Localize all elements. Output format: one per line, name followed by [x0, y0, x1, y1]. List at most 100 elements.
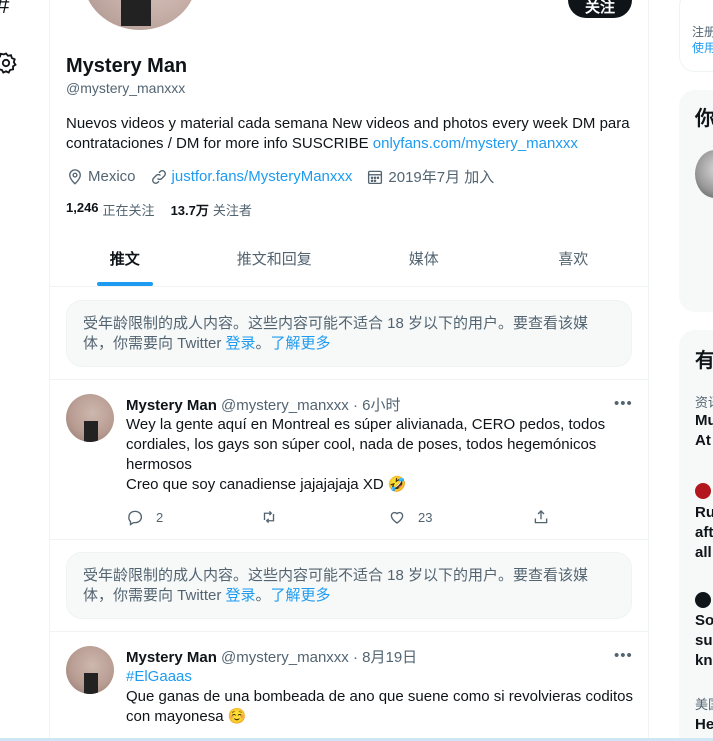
tweet-text: Wey la gente aquí en Montreal es súper a…	[126, 415, 636, 495]
joined-date: 2019年7月 加入	[366, 166, 494, 187]
tweet-header: Mystery Man @mystery_manxxx · 8月19日	[126, 646, 417, 667]
website-link[interactable]: justfor.fans/MysteryManxxx	[172, 168, 353, 185]
login-link[interactable]: 登录	[226, 587, 256, 604]
follow-button[interactable]: 关注	[568, 0, 632, 18]
reply-count: 2	[156, 509, 164, 525]
reply-button[interactable]: 2	[126, 508, 163, 526]
age-restricted-notice: 受年龄限制的成人内容。这些内容可能不适合 18 岁以下的用户。要查看该媒体，你需…	[66, 552, 632, 619]
left-nav: #	[0, 0, 50, 741]
follow-stats: 1,246 正在关注 13.7万 关注者	[66, 200, 268, 219]
tweet-line: Creo que soy canadiense jajajajaja XD 🤣	[126, 476, 407, 493]
divider	[50, 379, 648, 380]
learn-more-link[interactable]: 了解更多	[271, 587, 331, 604]
like-button[interactable]: 23	[388, 508, 432, 526]
profile-timeline: 关注 Mystery Man @mystery_manxxx Nuevos vi…	[49, 0, 649, 741]
trend-title[interactable]: aft	[695, 524, 713, 541]
profile-handle: @mystery_manxxx	[66, 80, 186, 96]
trends-card: 有 资讯 Mu At Ru aft all So su kn 美国 He	[679, 330, 713, 741]
trend-title[interactable]: su	[695, 632, 713, 649]
followers-label[interactable]: 关注者	[213, 200, 252, 219]
news-source-icon	[695, 592, 711, 608]
explore-hashtag-icon[interactable]: #	[0, 0, 9, 20]
gear-icon[interactable]	[0, 51, 18, 75]
trend-title[interactable]: At	[695, 432, 711, 449]
tweet-line: cordiales, los gays son súper cool, nada…	[126, 436, 597, 453]
trend-title[interactable]: Ru	[695, 504, 713, 521]
tab-media[interactable]: 媒体	[349, 232, 499, 286]
profile-tabs: 推文 推文和回复 媒体 喜欢	[50, 232, 648, 287]
tweet-actions: 2 23	[126, 508, 636, 528]
avatar[interactable]	[66, 646, 114, 694]
more-options-icon[interactable]: •••	[614, 647, 633, 664]
notice-sep: 。	[255, 335, 271, 352]
profile-meta: Mexico justfor.fans/MysteryManxxx 2019年7…	[66, 166, 508, 187]
tweet-author-name[interactable]: Mystery Man	[126, 649, 217, 666]
hashtag-link[interactable]: #ElGaaas	[126, 667, 636, 687]
tweet-time[interactable]: 6小时	[362, 397, 400, 414]
trend-title[interactable]: kn	[695, 652, 713, 669]
following-count[interactable]: 1,246	[66, 200, 99, 219]
location-text: Mexico	[88, 168, 136, 185]
share-icon	[534, 510, 548, 524]
tweet-line: Wey la gente aquí en Montreal es súper a…	[126, 416, 606, 433]
avatar[interactable]	[66, 394, 114, 442]
location: Mexico	[66, 168, 136, 186]
profile-name: Mystery Man	[66, 55, 188, 77]
login-link[interactable]: 登录	[226, 335, 256, 352]
profile-avatar[interactable]	[79, 0, 201, 34]
share-button[interactable]	[532, 508, 562, 526]
signup-text: 注册	[692, 25, 713, 39]
trend-title[interactable]: So	[695, 612, 713, 629]
tweet-time[interactable]: 8月19日	[362, 649, 417, 666]
tweet-author-name[interactable]: Mystery Man	[126, 397, 217, 414]
trend-title[interactable]: Mu	[695, 412, 713, 429]
followers-count[interactable]: 13.7万	[171, 200, 209, 219]
learn-more-link[interactable]: 了解更多	[271, 335, 331, 352]
notice-sep: 。	[255, 587, 271, 604]
profile-bio: Nuevos videos y material cada semana New…	[66, 114, 636, 154]
more-options-icon[interactable]: •••	[614, 395, 633, 412]
tab-tweets[interactable]: 推文	[50, 232, 200, 286]
reply-icon	[128, 510, 143, 526]
tweet-dot: ·	[352, 649, 363, 666]
tweet-line: Que ganas de una bombeada de ano que sue…	[126, 688, 634, 705]
joined-text: 2019年7月 加入	[388, 169, 495, 186]
divider	[50, 539, 648, 540]
trend-title[interactable]: all	[695, 544, 712, 561]
trend-title[interactable]: He	[695, 716, 713, 733]
age-restricted-notice: 受年龄限制的成人内容。这些内容可能不适合 18 岁以下的用户。要查看该媒体，你需…	[66, 300, 632, 367]
following-label[interactable]: 正在关注	[103, 200, 155, 219]
tweet-line: con mayonesa ☺️	[126, 708, 247, 725]
news-source-icon	[695, 483, 711, 499]
notice-text: 受年龄限制的成人内容。这些内容可能不适合 18 岁以下的用户。要查看该媒体，你需…	[83, 567, 589, 604]
tweet-header: Mystery Man @mystery_manxxx · 6小时	[126, 394, 400, 415]
tweet[interactable]: Mystery Man @mystery_manxxx · 8月19日 ••• …	[50, 646, 648, 741]
heart-icon	[390, 511, 404, 524]
trend-category: 美国	[695, 697, 713, 712]
card-heading: 你	[695, 108, 713, 130]
tab-likes[interactable]: 喜欢	[499, 232, 649, 286]
card-heading: 有	[695, 350, 713, 372]
notice-text: 受年龄限制的成人内容。这些内容可能不适合 18 岁以下的用户。要查看该媒体，你需…	[83, 315, 589, 352]
suggested-user-avatar[interactable]	[695, 150, 713, 198]
link-icon	[151, 169, 166, 184]
trend-category: 资讯	[695, 395, 713, 410]
tweet-dot: ·	[352, 397, 363, 414]
website: justfor.fans/MysteryManxxx	[150, 168, 353, 186]
like-count: 23	[418, 509, 433, 525]
retweet-button[interactable]	[260, 508, 290, 526]
signup-card: 注册 使用	[679, 0, 713, 72]
divider	[50, 631, 648, 632]
tweet[interactable]: Mystery Man @mystery_manxxx · 6小时 ••• We…	[50, 394, 648, 539]
right-sidebar: 注册 使用 你 有 资讯 Mu At Ru aft all So su kn 美…	[679, 0, 713, 741]
tab-tweets-and-replies[interactable]: 推文和回复	[200, 232, 350, 286]
tweet-line: hermosos	[126, 456, 192, 473]
tweet-text: #ElGaaas Que ganas de una bombeada de an…	[126, 667, 636, 727]
location-pin-icon	[69, 168, 81, 185]
signup-link[interactable]: 使用	[692, 39, 713, 56]
retweet-icon	[263, 510, 275, 524]
tweet-author-handle[interactable]: @mystery_manxxx	[221, 397, 349, 414]
bio-link[interactable]: onlyfans.com/mystery_manxxx	[373, 135, 578, 152]
tweet-author-handle[interactable]: @mystery_manxxx	[221, 649, 349, 666]
who-to-follow-card: 你	[679, 90, 713, 312]
